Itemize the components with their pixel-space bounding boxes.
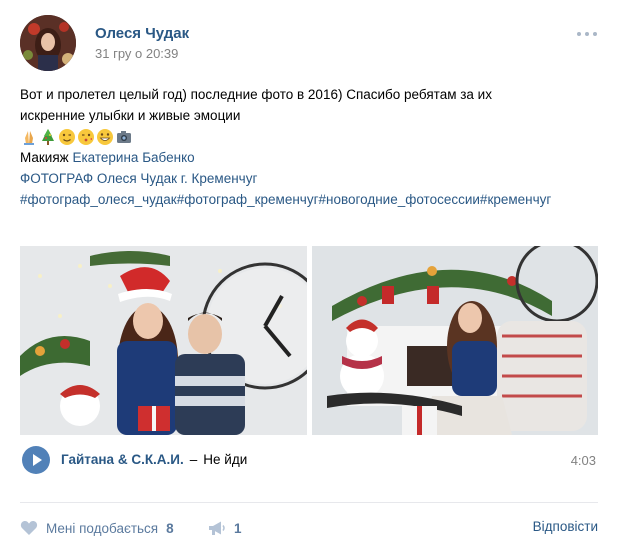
photo-attachments: [20, 246, 598, 435]
play-button[interactable]: [22, 446, 50, 474]
play-icon: [33, 454, 42, 466]
emoji-row: [20, 126, 600, 147]
footer-divider: [20, 502, 598, 503]
photographer-credit: ФОТОГРАФ Олеся Чудак г. Кременчуг: [20, 168, 600, 189]
like-count: 8: [166, 520, 174, 536]
megaphone-icon: [209, 521, 225, 535]
audio-separator: –: [189, 452, 198, 467]
post-text-line: искренние улыбки и живые эмоции: [20, 108, 241, 123]
audio-title: Не йди: [203, 452, 248, 467]
post-date[interactable]: 31 гру о 20:39: [95, 46, 178, 61]
winking-face-icon: [58, 128, 76, 146]
like-label: Мені подобається: [46, 520, 159, 536]
like-button[interactable]: Мені подобається 8: [20, 517, 174, 539]
heart-icon: [20, 521, 38, 535]
makeup-label: Макияж: [20, 150, 69, 165]
christmas-tree-icon: [39, 128, 57, 146]
wall-post: Олеся Чудак 31 гру о 20:39 Вот и пролете…: [0, 0, 619, 556]
photographer-link[interactable]: ФОТОГРАФ Олеся Чудак г. Кременчуг: [20, 171, 257, 186]
more-actions-icon[interactable]: [576, 29, 598, 39]
hashtags: #фотограф_олеся_чудак#фотограф_кременчуг…: [20, 189, 600, 210]
couple-christmas-photo[interactable]: [20, 246, 307, 435]
folded-hands-icon: [20, 128, 38, 146]
share-count: 1: [234, 520, 242, 536]
audio-duration: 4:03: [570, 453, 596, 468]
grinning-face-icon: [96, 128, 114, 146]
reply-link[interactable]: Відповісти: [533, 519, 598, 534]
audio-attachment: Гайтана & С.К.А.И. – Не йди 4:03: [20, 446, 598, 474]
makeup-artist-link[interactable]: Екатерина Бабенко: [72, 150, 194, 165]
camera-icon: [115, 128, 133, 146]
author-name[interactable]: Олеся Чудак: [95, 25, 189, 42]
woman-christmas-photo[interactable]: [312, 246, 598, 435]
author-avatar[interactable]: [20, 15, 76, 71]
share-button[interactable]: 1: [208, 517, 242, 539]
hashtag-links[interactable]: #фотограф_олеся_чудак#фотограф_кременчуг…: [20, 192, 551, 207]
audio-artist[interactable]: Гайтана & С.К.А.И.: [61, 452, 184, 467]
makeup-credit: Макияж Екатерина Бабенко: [20, 147, 600, 168]
post-footer: Мені подобається 8 1 Відповісти: [20, 517, 598, 539]
post-text: Вот и пролетел целый год) последние фото…: [20, 84, 600, 210]
kissing-face-icon: [77, 128, 95, 146]
post-text-line: Вот и пролетел целый год) последние фото…: [20, 87, 492, 102]
audio-track: Гайтана & С.К.А.И. – Не йди: [61, 452, 247, 467]
post-header: Олеся Чудак 31 гру о 20:39: [20, 15, 600, 73]
